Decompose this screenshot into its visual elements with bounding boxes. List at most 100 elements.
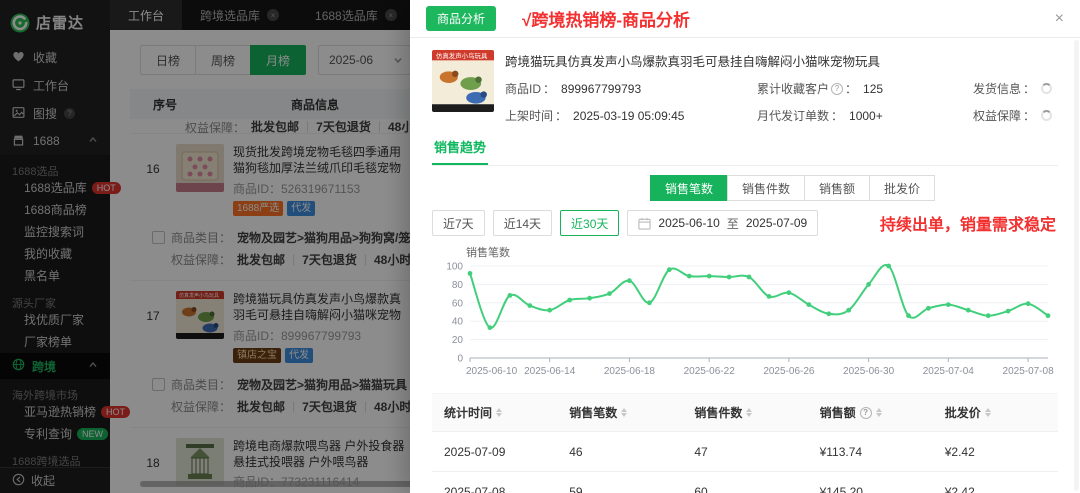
colon: ： [543, 82, 556, 96]
panel-scrollbar[interactable] [1074, 40, 1079, 491]
metric-tab-销售件数[interactable]: 销售件数 [727, 175, 806, 201]
stats-cell: ¥2.42 [932, 471, 1058, 493]
svg-text:2025-07-08: 2025-07-08 [1003, 366, 1055, 377]
header-inner: 批发价 [945, 404, 1046, 421]
svg-text:0: 0 [457, 354, 463, 365]
stats-row: 2025-07-08 59 60 ¥145.20 ¥2.42 [432, 471, 1058, 493]
daily-stats-table: 统计时间 销售笔数 销售件数 销售额? 批发价 2025-07-09 46 47 ¥113.7… [432, 393, 1058, 493]
stats-cell: 2025-07-08 [432, 471, 558, 493]
product-image: 仿真发声小鸟玩具 [432, 50, 494, 112]
sort-icon[interactable] [746, 408, 753, 417]
product-fields: 商品ID： 899967799793 累计收藏客户?： 125 发货信息：上架时间： 20… [505, 80, 1058, 124]
calendar-icon [638, 217, 652, 230]
product-field-上架时间: 上架时间： 2025-03-19 05:09:45 [505, 107, 757, 124]
sort-desc-icon [496, 413, 503, 417]
stats-cell: 60 [682, 471, 808, 493]
sort-asc-icon [621, 408, 628, 412]
stats-cell: ¥145.20 [807, 471, 933, 493]
loading-spinner-icon [1041, 110, 1053, 121]
product-title: 跨境猫玩具仿真发声小鸟爆款真羽毛可悬挂自嗨解闷小猫咪宠物玩具 [505, 55, 881, 69]
field-label: 上架时间 [505, 109, 554, 123]
sort-icon[interactable] [875, 408, 882, 417]
range-tab-近14天[interactable]: 近14天 [492, 210, 553, 236]
field-label: 月代发订单数 [757, 109, 830, 123]
field-value: 1000+ [849, 108, 883, 123]
metric-row: 销售笔数 销售件数 销售额 批发价 [432, 175, 1058, 201]
tab-sales-trend[interactable]: 销售趋势 [432, 137, 489, 165]
product-summary: 仿真发声小鸟玩具 跨境猫玩具仿真发声小鸟爆款真羽毛可悬挂自嗨解闷小猫咪宠物玩具 … [432, 50, 1058, 124]
header-inner: 销售件数 [694, 404, 795, 421]
product-analysis-panel: 商品分析 √跨境热销榜-商品分析 × 仿真发声小鸟玩具 跨境猫玩具仿真发声小鸟爆… [410, 0, 1080, 493]
product-field-月代发订单数: 月代发订单数： 1000+ [757, 107, 973, 124]
svg-text:100: 100 [446, 262, 463, 273]
sort-asc-icon [875, 408, 882, 412]
colon: ： [845, 82, 858, 96]
header-label: 销售额 [819, 406, 856, 420]
sales-trend-chart: 销售笔数 0 20 40 60 80 100 2025-06-10 2025-06-14 202… [432, 244, 1058, 385]
stats-col-header-销售笔数[interactable]: 销售笔数 [557, 393, 683, 432]
stats-cell: ¥2.42 [932, 431, 1058, 472]
sort-asc-icon [496, 408, 503, 412]
field-value: 2025-03-19 05:09:45 [573, 108, 685, 123]
stats-cell: 46 [557, 431, 683, 472]
panel-header: 商品分析 √跨境热销榜-商品分析 × [410, 0, 1080, 38]
product-field-累计收藏客户: 累计收藏客户?： 125 [757, 80, 973, 97]
header-label: 销售件数 [694, 406, 743, 420]
close-icon[interactable]: × [1055, 10, 1064, 27]
sort-desc-icon [621, 413, 628, 417]
svg-text:2025-06-26: 2025-06-26 [763, 366, 815, 377]
chart-svg: 0 20 40 60 80 100 2025-06-10 2025-06-14 2025-06-… [446, 262, 1055, 378]
date-range-picker[interactable]: 2025-06-10 至 2025-07-09 [627, 210, 819, 236]
svg-text:2025-07-04: 2025-07-04 [923, 366, 975, 377]
stats-cell: ¥113.74 [807, 431, 933, 472]
range-tab-group: 近7天 近14天 近30天 [432, 210, 627, 236]
metric-tab-销售额[interactable]: 销售额 [804, 175, 871, 201]
app-window: 店雷达 收藏 工作台 图搜? 1688 1688选品 1688选品库 HOT 1688商品榜… [0, 0, 1080, 493]
colon: ： [1023, 82, 1036, 96]
range-tab-近30天[interactable]: 近30天 [560, 210, 620, 236]
svg-text:60: 60 [452, 298, 464, 309]
sort-icon[interactable] [496, 408, 503, 417]
sort-desc-icon [875, 413, 882, 417]
stats-col-header-统计时间[interactable]: 统计时间 [432, 393, 558, 432]
help-icon: ? [859, 406, 872, 419]
svg-text:仿真发声小鸟玩具: 仿真发声小鸟玩具 [436, 51, 488, 60]
metric-tab-group: 销售笔数 销售件数 销售额 批发价 [650, 175, 936, 201]
annotation-note: 持续出单，销量需求稳定 [879, 217, 1056, 234]
colon: ： [1023, 109, 1036, 123]
sort-desc-icon [746, 413, 753, 417]
metric-tab-批发价[interactable]: 批发价 [869, 175, 936, 201]
field-label: 权益保障 [973, 109, 1022, 123]
field-label: 商品ID [505, 82, 542, 96]
panel-body: 仿真发声小鸟玩具 跨境猫玩具仿真发声小鸟爆款真羽毛可悬挂自嗨解闷小猫咪宠物玩具 … [410, 38, 1080, 493]
header-label: 批发价 [944, 406, 981, 420]
stats-header-row: 统计时间 销售笔数 销售件数 销售额? 批发价 [432, 393, 1058, 432]
product-field-发货信息: 发货信息： [973, 80, 1058, 97]
product-field-商品ID: 商品ID： 899967799793 [505, 80, 757, 97]
header-inner: 统计时间 [444, 404, 545, 421]
svg-text:80: 80 [452, 280, 464, 291]
svg-text:40: 40 [452, 317, 464, 328]
date-range-start: 2025-06-10 [658, 216, 720, 230]
date-range-end: 2025-07-09 [745, 216, 808, 230]
panel-badge: 商品分析 [426, 6, 497, 31]
chart-plot-area: 0 20 40 60 80 100 2025-06-10 2025-06-14 2025-06-… [432, 260, 1058, 385]
sort-asc-icon [984, 408, 991, 412]
field-label: 累计收藏客户 [757, 82, 830, 96]
stats-col-header-批发价[interactable]: 批发价 [932, 393, 1058, 432]
field-value: 899967799793 [561, 81, 642, 96]
stats-cell: 47 [682, 431, 808, 472]
range-row: 近7天 近14天 近30天 2025-06-10 至 2025-07-09 持续出单… [432, 210, 1058, 236]
stats-col-header-销售额[interactable]: 销售额? [807, 393, 933, 432]
header-inner: 销售笔数 [569, 404, 670, 421]
field-value: 125 [863, 81, 884, 96]
metric-tab-销售笔数[interactable]: 销售笔数 [650, 175, 729, 201]
help-icon: ? [831, 82, 844, 95]
sort-icon[interactable] [621, 408, 628, 417]
sort-icon[interactable] [984, 408, 991, 417]
trend-tabs-row: 销售趋势 [432, 137, 1058, 166]
svg-text:20: 20 [452, 335, 464, 346]
stats-col-header-销售件数[interactable]: 销售件数 [682, 393, 808, 432]
svg-text:2025-06-22: 2025-06-22 [684, 366, 736, 377]
range-tab-近7天[interactable]: 近7天 [432, 210, 485, 236]
